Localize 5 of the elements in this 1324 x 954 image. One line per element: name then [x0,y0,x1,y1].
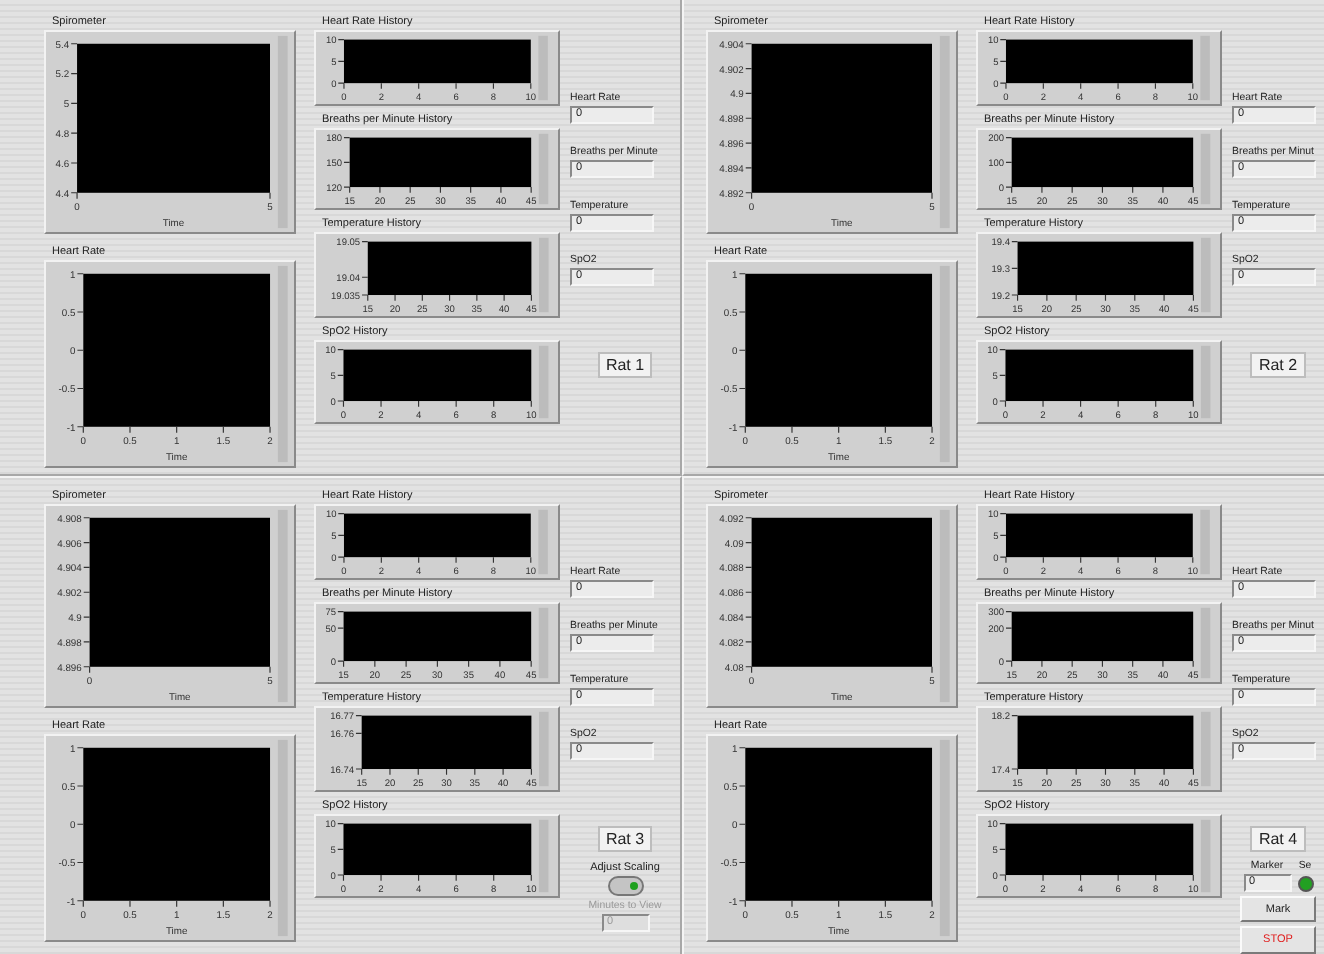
rat-label: Rat 4 [1250,826,1306,852]
rat-label: Rat 1 [597,352,653,378]
rat-label: Rat 2 [1250,352,1306,378]
toggle-switch[interactable] [607,876,643,896]
rat-label: Rat 3 [597,826,653,852]
